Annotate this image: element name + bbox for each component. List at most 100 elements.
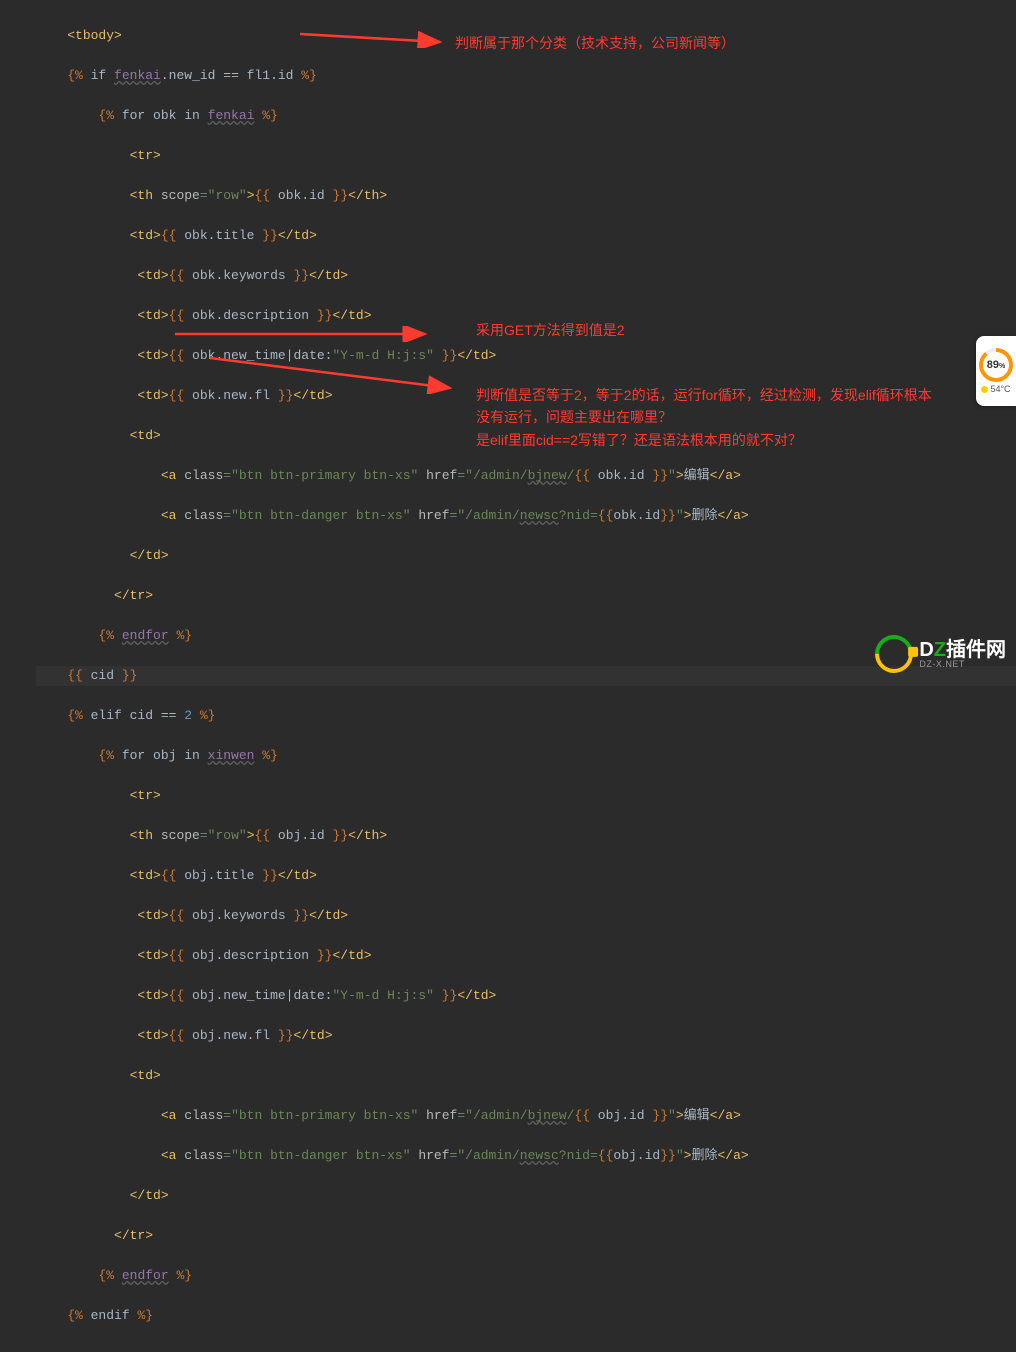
- str: "row": [208, 828, 247, 843]
- attr: scope: [161, 188, 200, 203]
- code-line[interactable]: {% for obk in fenkai %}: [36, 106, 1016, 126]
- str: ": [676, 508, 684, 523]
- code-line[interactable]: <td>{{ obj.description }}</td>: [36, 946, 1016, 966]
- tmpl: {{: [598, 508, 614, 523]
- tmpl: }}: [442, 988, 458, 1003]
- attr: class: [184, 508, 223, 523]
- tag-close: </a>: [710, 468, 741, 483]
- expr: obk.new_time|date:: [184, 348, 332, 363]
- str: "/admin/: [457, 1148, 519, 1163]
- code-line[interactable]: </td>: [36, 1186, 1016, 1206]
- tag-td: <td>: [130, 428, 161, 443]
- tmpl: }}: [293, 908, 309, 923]
- tmpl: }}: [262, 868, 278, 883]
- var-fenkai: fenkai: [114, 68, 161, 83]
- temperature: 54°C: [981, 384, 1010, 394]
- code-line[interactable]: {% endif %}: [36, 1306, 1016, 1326]
- kw-if: if: [83, 68, 114, 83]
- tag-close: </a>: [717, 1148, 748, 1163]
- attr: class: [184, 1108, 223, 1123]
- eq: =: [223, 508, 231, 523]
- attr: href: [418, 1148, 449, 1163]
- str: ": [676, 1148, 684, 1163]
- sp: [192, 708, 200, 723]
- tmpl: }}: [278, 388, 294, 403]
- code-line[interactable]: <td>{{ obj.new_time|date:"Y-m-d H:j:s" }…: [36, 986, 1016, 1006]
- code-line[interactable]: <td>{{ obk.new_time|date:"Y-m-d H:j:s" }…: [36, 346, 1016, 366]
- tag-close: </td>: [309, 268, 348, 283]
- code-line[interactable]: <tbody>: [36, 26, 1016, 46]
- tmpl: {%: [67, 708, 83, 723]
- sp: [169, 1268, 177, 1283]
- tmpl: {{: [161, 228, 177, 243]
- code-line-highlighted[interactable]: {{ cid }}: [36, 666, 1016, 686]
- tag-td: <td>: [137, 308, 168, 323]
- code-line[interactable]: <tr>: [36, 786, 1016, 806]
- eq: =: [223, 468, 231, 483]
- eq: =: [450, 1148, 458, 1163]
- attr: class: [184, 1148, 223, 1163]
- code-line[interactable]: <a class="btn btn-primary btn-xs" href="…: [36, 466, 1016, 486]
- tag-td: <td>: [137, 988, 168, 1003]
- brand-subtitle: DZ-X.NET: [919, 660, 1006, 669]
- code-line[interactable]: {% for obj in xinwen %}: [36, 746, 1016, 766]
- tmpl-delim: %}: [301, 68, 317, 83]
- code-line[interactable]: <th scope="row">{{ obj.id }}</th>: [36, 826, 1016, 846]
- tag-td: <td>: [137, 268, 168, 283]
- code-line[interactable]: <td>{{ obk.description }}</td>: [36, 306, 1016, 326]
- tag-th: <th: [130, 828, 161, 843]
- code-line[interactable]: {% endfor %}: [36, 1266, 1016, 1286]
- tmpl: {{: [169, 988, 185, 1003]
- code-line[interactable]: </td>: [36, 546, 1016, 566]
- weather-widget[interactable]: 89% 54°C: [976, 336, 1016, 406]
- tag-td: <td>: [137, 1028, 168, 1043]
- kw-for: for obj in: [114, 748, 208, 763]
- code-line[interactable]: <tr>: [36, 146, 1016, 166]
- tmpl: }}: [317, 948, 333, 963]
- code-editor[interactable]: <tbody> {% if fenkai.new_id == fl1.id %}…: [0, 0, 1016, 1352]
- str: ?nid=: [559, 508, 598, 523]
- code-line[interactable]: <a class="btn btn-primary btn-xs" href="…: [36, 1106, 1016, 1126]
- text-edit: 编辑: [684, 1108, 710, 1123]
- tmpl: {{: [598, 1148, 614, 1163]
- str: /: [567, 1108, 575, 1123]
- gt: >: [247, 188, 255, 203]
- code-line[interactable]: <a class="btn btn-danger btn-xs" href="/…: [36, 1146, 1016, 1166]
- tag-close: </td>: [293, 388, 332, 403]
- code-line[interactable]: <td>{{ obk.new.fl }}</td>: [36, 386, 1016, 406]
- str: "row": [208, 188, 247, 203]
- code-line[interactable]: <td>{{ obj.keywords }}</td>: [36, 906, 1016, 926]
- code-line[interactable]: </tr>: [36, 586, 1016, 606]
- code-line[interactable]: <td>{{ obj.title }}</td>: [36, 866, 1016, 886]
- code-line[interactable]: </tr>: [36, 1226, 1016, 1246]
- tag-td: <td>: [137, 348, 168, 363]
- code-line[interactable]: {% endfor %}: [36, 626, 1016, 646]
- tmpl: {{: [255, 188, 271, 203]
- gt: >: [676, 468, 684, 483]
- tmpl: }}: [317, 308, 333, 323]
- expr: obj.id: [613, 1148, 660, 1163]
- str: bjnew: [528, 1108, 567, 1123]
- tmpl-delim: %}: [262, 108, 278, 123]
- kw-elif: elif cid ==: [83, 708, 184, 723]
- expr: obk.id: [590, 468, 652, 483]
- eq: =: [200, 188, 208, 203]
- code-line[interactable]: <td>{{ obj.new.fl }}</td>: [36, 1026, 1016, 1046]
- code-line[interactable]: <td>{{ obk.keywords }}</td>: [36, 266, 1016, 286]
- str: ?nid=: [559, 1148, 598, 1163]
- sp: [411, 1148, 419, 1163]
- tmpl: {%: [98, 628, 114, 643]
- tmpl: {{: [169, 348, 185, 363]
- code-line[interactable]: {% elif cid == 2 %}: [36, 706, 1016, 726]
- code-line[interactable]: <td>{{ obk.title }}</td>: [36, 226, 1016, 246]
- kw-endfor: endfor: [122, 628, 169, 643]
- code-line[interactable]: <td>: [36, 1066, 1016, 1086]
- tag-close: </td>: [457, 988, 496, 1003]
- tmpl: }}: [262, 228, 278, 243]
- code-line[interactable]: <a class="btn btn-danger btn-xs" href="/…: [36, 506, 1016, 526]
- code-line[interactable]: <th scope="row">{{ obk.id }}</th>: [36, 186, 1016, 206]
- code-line[interactable]: {% if fenkai.new_id == fl1.id %}: [36, 66, 1016, 86]
- code-line[interactable]: <td>: [36, 426, 1016, 446]
- tag-td: <td>: [137, 388, 168, 403]
- tmpl: {{: [169, 1028, 185, 1043]
